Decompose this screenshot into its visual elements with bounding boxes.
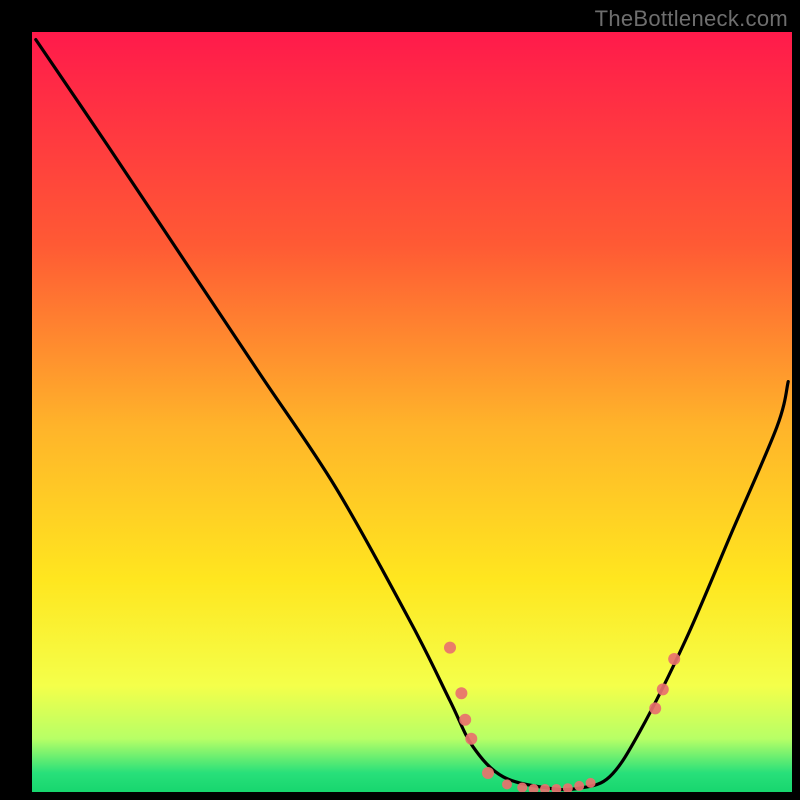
scatter-point: [529, 784, 539, 794]
scatter-point: [657, 683, 669, 695]
scatter-point: [668, 653, 680, 665]
scatter-point: [586, 778, 596, 788]
scatter-point: [563, 783, 573, 793]
scatter-point: [465, 733, 477, 745]
scatter-point: [482, 767, 494, 779]
scatter-point: [517, 782, 527, 792]
scatter-point: [551, 784, 561, 794]
scatter-point: [459, 714, 471, 726]
watermark-text: TheBottleneck.com: [595, 6, 788, 32]
scatter-point: [540, 784, 550, 794]
scatter-point: [502, 779, 512, 789]
bottleneck-chart: [0, 0, 800, 800]
scatter-point: [444, 642, 456, 654]
plot-background: [32, 32, 792, 792]
chart-stage: TheBottleneck.com: [0, 0, 800, 800]
scatter-point: [649, 702, 661, 714]
scatter-point: [574, 781, 584, 791]
scatter-point: [455, 687, 467, 699]
